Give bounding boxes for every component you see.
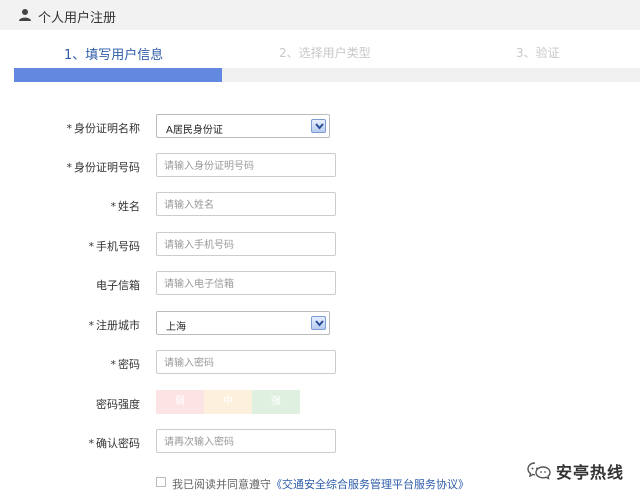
watermark-text: 安亭热线 [556,463,625,482]
page-title: 个人用户注册 [38,11,117,26]
confirm-password-input[interactable] [157,431,335,454]
progress-fill [14,68,223,82]
watermark: 安亭热线 [526,458,636,482]
city-label: * 注册城市 [88,319,141,332]
email-input[interactable] [157,273,335,296]
page-header: 个人用户注册 [0,0,640,30]
name-field[interactable] [156,192,336,217]
phone-field[interactable] [156,232,336,257]
confirm-row: * 确认密码 [0,429,640,455]
phone-row: * 手机号码 [0,232,640,258]
strength-label: 密码强度 [96,398,140,411]
step-1-label: 1、填写用户信息 [64,48,164,63]
email-row: 电子信箱 [0,271,640,297]
phone-input[interactable] [157,234,335,257]
email-label: 电子信箱 [96,279,140,292]
password-input[interactable] [157,352,335,375]
strength-weak: 弱 [156,390,204,414]
city-row: * 注册城市 上海 [0,311,640,337]
step-2-label: 2、选择用户类型 [279,46,371,60]
phone-label: * 手机号码 [88,240,141,253]
dropdown-arrow-icon[interactable] [311,119,326,133]
id-type-value: A居民身份证 [166,125,223,136]
email-field[interactable] [156,271,336,296]
city-select[interactable]: 上海 [156,311,330,335]
dropdown-arrow-icon[interactable] [311,316,326,330]
id-number-input[interactable] [157,155,335,178]
step-3-label: 3、验证 [516,46,560,60]
agreement-checkbox[interactable] [156,477,166,487]
id-type-label: * 身份证明名称 [66,122,141,135]
password-strength-meter: 弱 中 强 [156,390,300,414]
id-number-row: * 身份证明号码 [0,153,640,179]
city-value: 上海 [166,322,186,333]
agreement-link[interactable]: 《交通安全综合服务管理平台服务协议》 [271,478,469,491]
wechat-logo-icon [527,462,551,480]
name-row: * 姓名 [0,192,640,218]
password-row: * 密码 [0,350,640,376]
agreement-text: 我已阅读并同意遵守《交通安全综合服务管理平台服务协议》 [172,478,469,491]
user-icon [19,9,31,21]
confirm-field[interactable] [156,429,336,454]
strength-row: 密码强度 弱 中 强 [0,390,640,416]
strength-strong: 强 [252,390,300,414]
id-number-field[interactable] [156,153,336,178]
step-indicator: 1、填写用户信息 2、选择用户类型 3、验证 [14,44,640,68]
strength-medium: 中 [204,390,252,414]
name-input[interactable] [157,194,335,217]
confirm-label: * 确认密码 [88,437,141,450]
progress-bar [14,68,640,82]
id-type-row: * 身份证明名称 A居民身份证 [0,114,640,140]
password-label: * 密码 [110,358,141,371]
id-type-select[interactable]: A居民身份证 [156,114,330,138]
password-field[interactable] [156,350,336,375]
name-label: * 姓名 [110,200,141,213]
id-number-label: * 身份证明号码 [66,161,141,174]
